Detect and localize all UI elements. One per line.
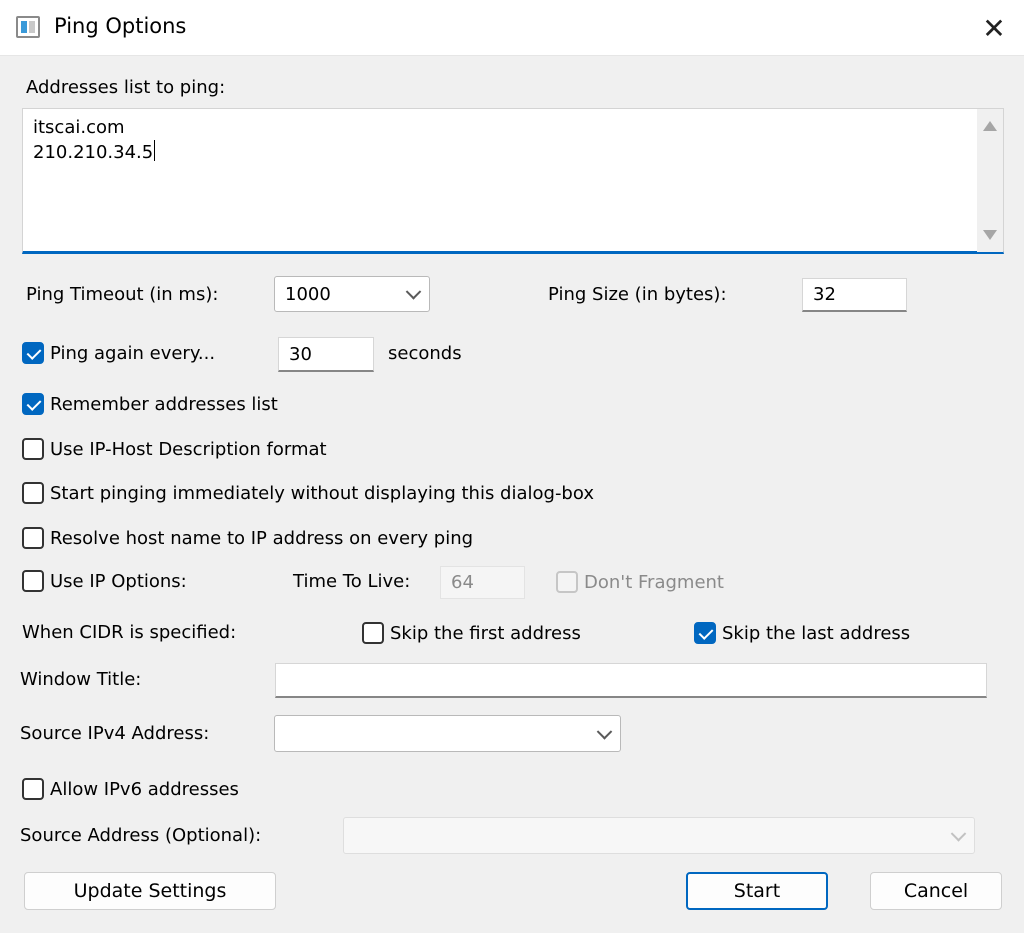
ping-interval-value: 30 [289, 343, 312, 365]
addresses-textarea[interactable]: itscai.com 210.210.34.5 [22, 108, 1004, 254]
chevron-down-icon [596, 723, 613, 740]
close-button[interactable]: ✕ [964, 0, 1024, 56]
text-caret [154, 140, 156, 161]
update-settings-button[interactable]: Update Settings [24, 872, 276, 910]
skip-first-label: Skip the first address [390, 623, 581, 644]
allow-ipv6-label: Allow IPv6 addresses [50, 779, 239, 800]
seconds-label: seconds [388, 343, 462, 364]
textarea-scrollbar[interactable] [977, 109, 1003, 252]
ping-timeout-label: Ping Timeout (in ms): [26, 284, 219, 305]
start-immediately-checkbox[interactable] [22, 482, 44, 504]
addresses-label: Addresses list to ping: [26, 77, 226, 98]
source-ipv4-select[interactable] [274, 715, 621, 752]
title-bar: Ping Options ✕ [0, 0, 1024, 56]
source-address-label: Source Address (Optional): [20, 825, 262, 846]
window-title-input[interactable] [275, 663, 987, 698]
app-icon [16, 16, 40, 38]
resolve-host-checkbox[interactable] [22, 527, 44, 549]
dont-fragment-checkbox[interactable] [556, 571, 578, 593]
dont-fragment-label: Don't Fragment [584, 572, 724, 593]
chevron-down-icon [405, 284, 422, 300]
scroll-up-icon[interactable] [983, 121, 997, 131]
remember-addresses-checkbox[interactable] [22, 393, 44, 415]
ping-size-value: 32 [813, 284, 836, 305]
close-icon: ✕ [982, 11, 1006, 45]
ttl-input[interactable]: 64 [440, 566, 525, 599]
address-line: itscai.com [33, 117, 125, 138]
resolve-host-label: Resolve host name to IP address on every… [50, 528, 474, 549]
remember-addresses-label: Remember addresses list [50, 394, 278, 415]
chevron-down-icon [950, 825, 967, 842]
window-title-label: Window Title: [20, 669, 142, 690]
start-immediately-label: Start pinging immediately without displa… [50, 483, 594, 504]
window-title: Ping Options [54, 14, 187, 38]
ping-again-label: Ping again every... [50, 343, 216, 364]
source-ipv4-label: Source IPv4 Address: [20, 723, 210, 744]
address-line: 210.210.34.5 [33, 142, 154, 163]
allow-ipv6-checkbox[interactable] [22, 778, 44, 800]
scroll-down-icon[interactable] [983, 230, 997, 240]
ip-options-label: Use IP Options: [50, 571, 187, 592]
start-button[interactable]: Start [686, 872, 828, 910]
cancel-button[interactable]: Cancel [870, 872, 1002, 910]
ping-size-input[interactable]: 32 [802, 278, 907, 312]
ping-timeout-select[interactable]: 1000 [274, 276, 430, 312]
skip-first-checkbox[interactable] [362, 622, 384, 644]
ttl-label: Time To Live: [293, 571, 411, 592]
ip-host-format-label: Use IP-Host Description format [50, 439, 327, 460]
source-address-select[interactable] [343, 817, 975, 854]
ping-timeout-value: 1000 [285, 283, 331, 305]
ping-again-checkbox[interactable] [22, 342, 44, 364]
ping-interval-input[interactable]: 30 [278, 337, 374, 372]
cidr-label: When CIDR is specified: [22, 622, 237, 643]
ip-options-checkbox[interactable] [22, 570, 44, 592]
skip-last-label: Skip the last address [722, 623, 911, 644]
ip-host-format-checkbox[interactable] [22, 438, 44, 460]
ttl-value: 64 [451, 572, 474, 593]
skip-last-checkbox[interactable] [694, 622, 716, 644]
ping-size-label: Ping Size (in bytes): [548, 284, 727, 305]
